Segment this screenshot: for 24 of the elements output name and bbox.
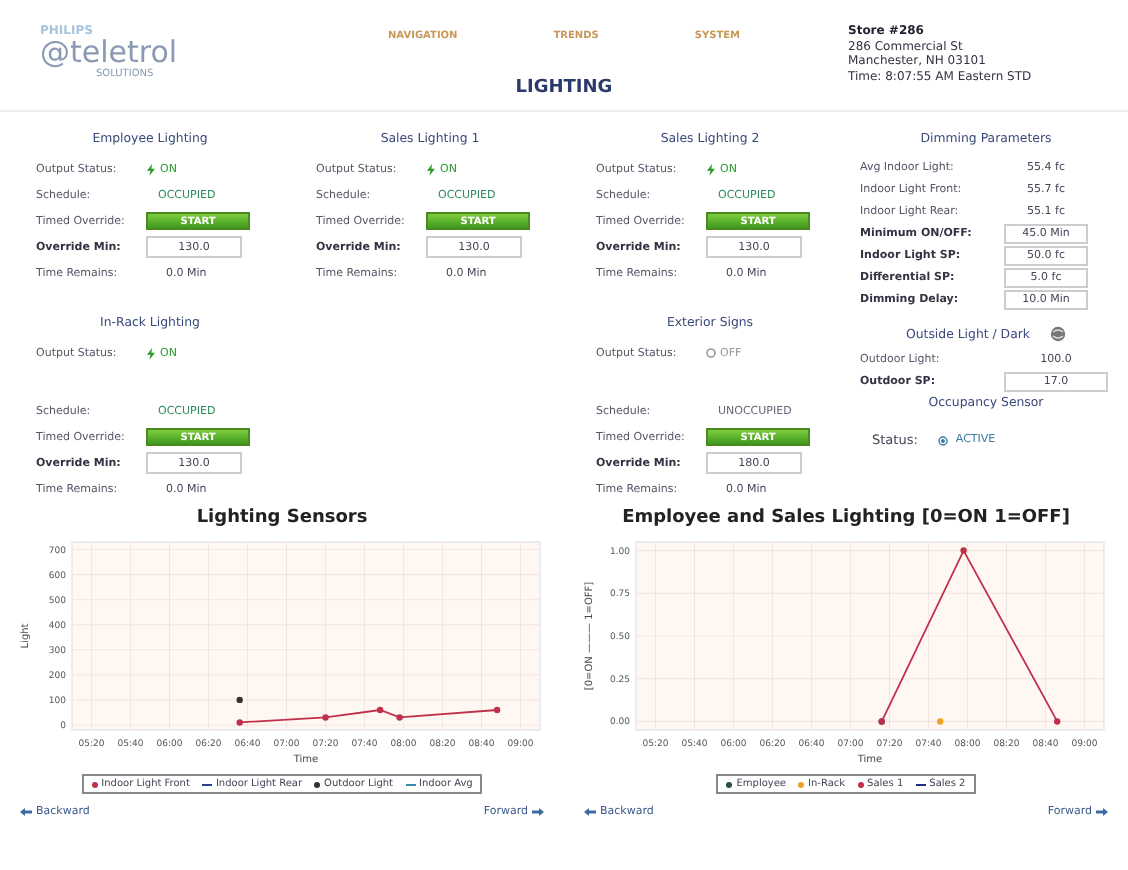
bolt-icon — [146, 163, 156, 175]
right-arrow-icon — [532, 808, 544, 816]
chart-title: Employee and Sales Lighting [0=ON 1=OFF] — [622, 506, 1070, 532]
page-title: LIGHTING — [515, 78, 613, 98]
circle-icon — [706, 348, 716, 358]
data-point — [937, 718, 944, 725]
data-point — [376, 706, 384, 714]
data-point — [960, 547, 967, 554]
bolt-icon — [426, 163, 436, 175]
data-point — [236, 719, 243, 726]
data-point — [493, 706, 501, 714]
data-point — [322, 714, 329, 721]
globe-icon — [1050, 326, 1066, 342]
chart-title: Lighting Sensors — [196, 506, 368, 532]
data-point — [1054, 718, 1061, 725]
status-icon — [937, 435, 948, 445]
left-arrow-icon — [584, 808, 596, 816]
data-point — [396, 714, 403, 721]
bolt-icon — [706, 163, 716, 175]
data-point — [236, 696, 243, 704]
bolt-icon — [146, 347, 156, 359]
left-arrow-icon — [20, 808, 32, 816]
right-arrow-icon — [1096, 808, 1108, 816]
logo-name: @teletrol — [40, 38, 180, 68]
